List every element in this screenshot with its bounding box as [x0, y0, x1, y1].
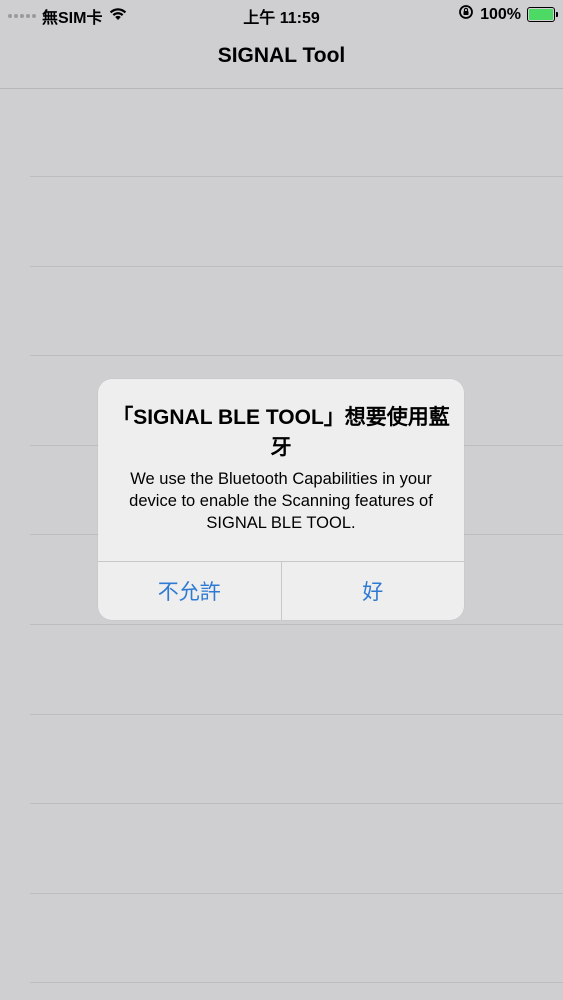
alert-button-row: 不允許 好	[98, 561, 464, 620]
alert-message: We use the Bluetooth Capabilities in you…	[129, 470, 433, 532]
allow-button[interactable]: 好	[282, 562, 465, 620]
deny-button[interactable]: 不允許	[98, 562, 282, 620]
alert-title: 「SIGNAL BLE TOOL」想要使用藍牙	[112, 406, 450, 459]
bluetooth-permission-alert: 「SIGNAL BLE TOOL」想要使用藍牙 We use the Bluet…	[98, 379, 464, 620]
